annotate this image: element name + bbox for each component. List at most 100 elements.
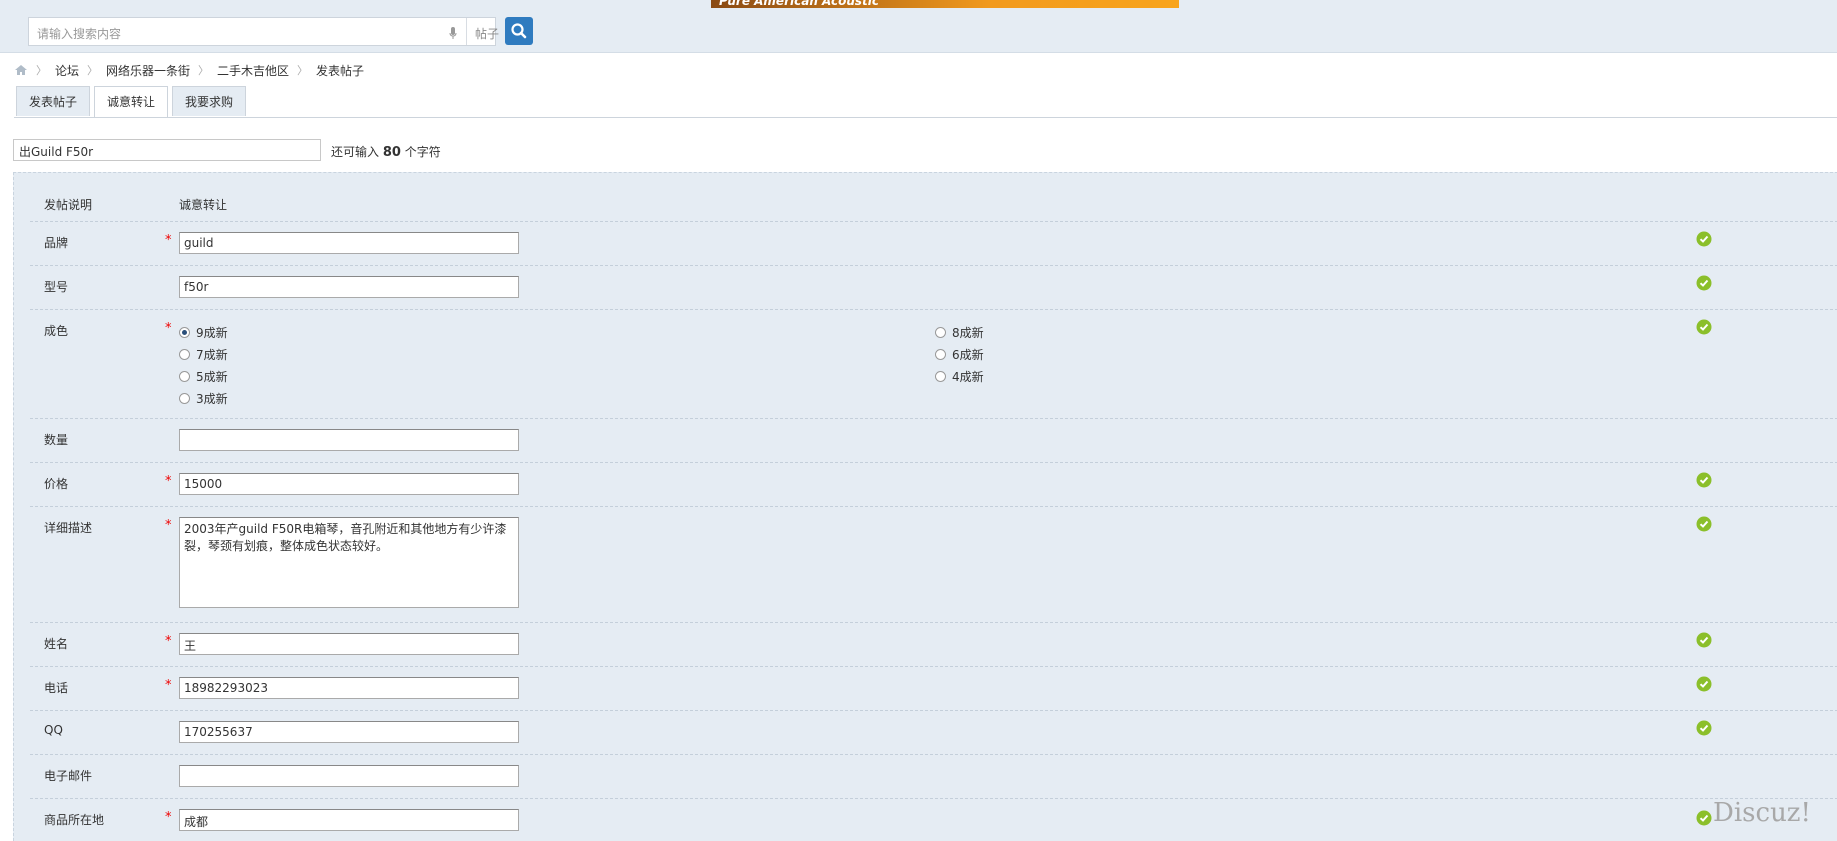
row-qq: QQ 170255637 [30,711,1837,755]
check-icon [1696,810,1712,826]
check-icon [1696,516,1712,532]
qq-label: QQ [44,723,63,737]
breadcrumb-forum[interactable]: 论坛 [55,62,79,79]
subject-input[interactable]: 出Guild F50r [13,139,321,161]
post-type-tabs: 发表帖子 诚意转让 我要求购 [16,86,250,118]
search-button[interactable] [505,17,533,45]
check-icon [1696,720,1712,736]
location-input[interactable]: 成都 [179,809,519,831]
check-icon [1696,231,1712,247]
description-textarea[interactable]: 2003年产guild F50R电箱琴，音孔附近和其他地方有少许漆裂，琴颈有划痕… [179,517,519,608]
condition-option-6[interactable]: 6成新 [935,346,984,363]
brand-input[interactable]: guild [179,232,519,254]
name-input[interactable]: 王 [179,633,519,655]
radio[interactable] [179,349,190,360]
radio[interactable] [179,393,190,404]
brand-label: 品牌 [44,236,69,250]
radio[interactable] [935,327,946,338]
description-label: 详细描述 [44,521,93,535]
row-description: 详细描述 * 2003年产guild F50R电箱琴，音孔附近和其他地方有少许漆… [30,507,1837,623]
row-name: 姓名 * 王 [30,623,1837,667]
breadcrumb-separator: 〉 [87,64,99,77]
check-icon [1696,676,1712,692]
condition-option-label: 5成新 [196,370,228,384]
radio[interactable] [935,349,946,360]
required-mark: * [165,678,172,693]
phone-label: 电话 [44,681,69,695]
condition-option-5[interactable]: 5成新 [179,368,228,385]
subject-hint-suffix: 个字符 [404,145,441,159]
condition-option-4[interactable]: 4成新 [935,368,984,385]
check-icon [1696,632,1712,648]
required-mark: * [165,321,172,336]
tab-wanted[interactable]: 我要求购 [172,86,247,116]
required-mark: * [165,634,172,649]
condition-option-3[interactable]: 3成新 [179,390,228,407]
row-brand: 品牌 * guild [30,222,1837,266]
search-box[interactable]: 请输入搜索内容 帖子 [28,17,515,46]
condition-option-label: 6成新 [952,348,984,362]
quantity-label: 数量 [44,433,69,447]
tab-transfer[interactable]: 诚意转让 [94,86,169,118]
intro-label: 发帖说明 [44,198,93,212]
microphone-icon[interactable] [449,27,457,39]
subject-hint-prefix: 还可输入 [331,145,380,159]
row-condition: 成色 * 9成新 8成新 7成新 6成新 5成新 4成新 3成新 [30,310,1837,419]
condition-option-label: 7成新 [196,348,228,362]
breadcrumb-separator: 〉 [36,64,47,77]
tab-divider [14,117,1837,118]
radio[interactable] [179,371,190,382]
row-price: 价格 * 15000 [30,463,1837,507]
row-model: 型号 f50r [30,266,1837,310]
check-icon [1696,319,1712,335]
condition-label: 成色 [44,324,69,338]
row-intro: 发帖说明 诚意转让 [30,173,1837,222]
qq-input[interactable]: 170255637 [179,721,519,743]
banner-text: Pure American Acoustic [719,0,879,8]
row-email: 电子邮件 [30,755,1837,799]
discuz-watermark: Discuz! [1713,798,1811,828]
email-label: 电子邮件 [44,769,93,783]
condition-option-7[interactable]: 7成新 [179,346,228,363]
condition-option-label: 8成新 [952,326,984,340]
condition-option-8[interactable]: 8成新 [935,324,984,341]
condition-option-label: 9成新 [196,326,228,340]
form-panel: 发帖说明 诚意转让 品牌 * guild 型号 f50r 成色 * 9成新 8成… [13,172,1837,841]
phone-input[interactable]: 18982293023 [179,677,519,699]
search-input[interactable]: 请输入搜索内容 [37,25,121,42]
tab-post[interactable]: 发表帖子 [16,86,91,116]
breadcrumb-current: 发表帖子 [316,63,365,78]
breadcrumb-street[interactable]: 网络乐器一条街 [106,62,190,79]
price-label: 价格 [44,477,69,491]
home-icon[interactable] [14,64,28,76]
breadcrumb: 〉 论坛 〉 网络乐器一条街 〉 二手木吉他区 〉 发表帖子 [14,62,364,78]
banner-ad[interactable]: Pure American Acoustic [711,0,1179,8]
breadcrumb-separator: 〉 [297,64,309,77]
subject-char-hint: 还可输入 80 个字符 [331,143,441,160]
search-icon [511,23,527,39]
location-label: 商品所在地 [44,813,105,827]
quantity-input[interactable] [179,429,519,451]
condition-option-9[interactable]: 9成新 [179,324,228,341]
breadcrumb-separator: 〉 [198,64,210,77]
row-location: 商品所在地 * 成都 [30,799,1837,841]
check-icon [1696,275,1712,291]
condition-option-label: 4成新 [952,370,984,384]
email-input[interactable] [179,765,519,787]
condition-option-label: 3成新 [196,392,228,406]
intro-value: 诚意转让 [179,198,228,212]
radio-selected[interactable] [179,327,190,338]
search-scope-value: 帖子 [475,27,500,41]
radio[interactable] [935,371,946,382]
model-input[interactable]: f50r [179,276,519,298]
name-label: 姓名 [44,637,69,651]
check-icon [1696,472,1712,488]
price-input[interactable]: 15000 [179,473,519,495]
required-mark: * [165,474,172,489]
row-quantity: 数量 [30,419,1837,463]
breadcrumb-section[interactable]: 二手木吉他区 [217,62,289,79]
top-bar: Pure American Acoustic 请输入搜索内容 帖子 [0,0,1837,53]
required-mark: * [165,233,172,248]
required-mark: * [165,518,172,533]
model-label: 型号 [44,280,69,294]
